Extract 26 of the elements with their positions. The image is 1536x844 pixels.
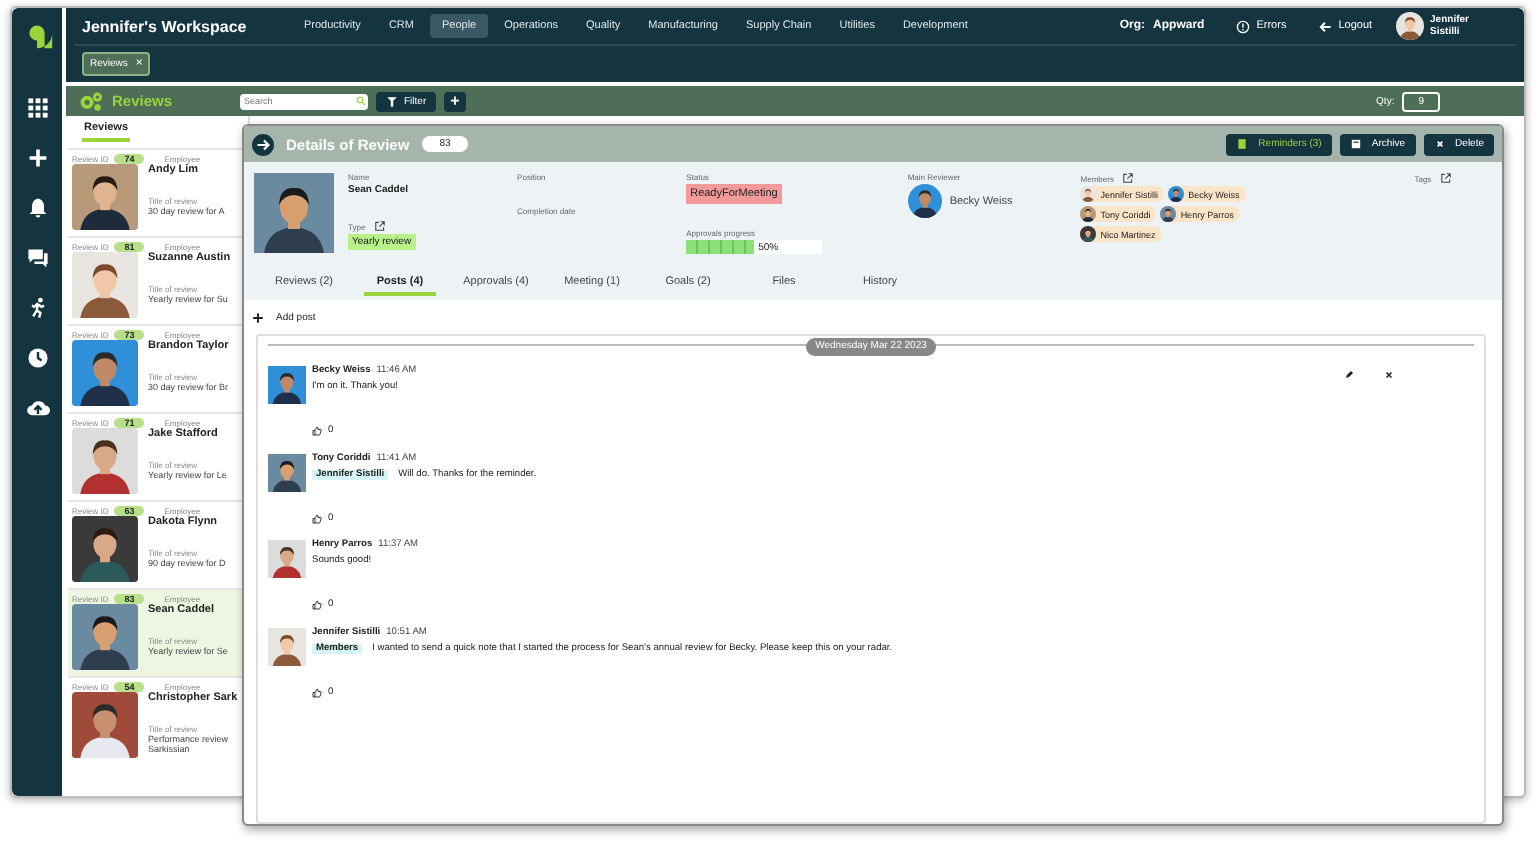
plus-icon xyxy=(252,312,264,324)
close-icon xyxy=(1433,138,1446,150)
external-link-icon[interactable] xyxy=(373,220,386,232)
clock-icon[interactable] xyxy=(25,346,49,370)
apps-icon[interactable] xyxy=(25,96,49,120)
workspace-title: Jennifer's Workspace xyxy=(82,17,249,35)
add-button[interactable]: + xyxy=(444,91,466,111)
box-icon xyxy=(1349,138,1362,150)
chat-icon[interactable] xyxy=(25,246,49,270)
thumbs-up-icon[interactable] xyxy=(312,513,322,523)
bell-icon[interactable] xyxy=(25,196,49,220)
cloud-upload-icon[interactable] xyxy=(25,396,49,420)
thumbs-up-icon[interactable] xyxy=(312,687,322,697)
back-arrow-icon[interactable] xyxy=(1318,19,1333,33)
close-icon[interactable] xyxy=(1384,370,1394,380)
plus-icon[interactable] xyxy=(25,146,49,170)
alert-icon[interactable] xyxy=(1236,19,1251,33)
arrow-icon[interactable] xyxy=(252,133,274,155)
filter-icon xyxy=(386,95,398,107)
search-icon xyxy=(356,96,366,106)
external-link-icon[interactable] xyxy=(1121,172,1134,184)
thumbs-up-icon[interactable] xyxy=(312,426,322,436)
external-link-icon[interactable] xyxy=(1439,172,1452,184)
pencil-icon[interactable] xyxy=(1344,370,1354,380)
thumbs-up-icon[interactable] xyxy=(312,600,322,610)
note-icon xyxy=(1236,138,1249,150)
